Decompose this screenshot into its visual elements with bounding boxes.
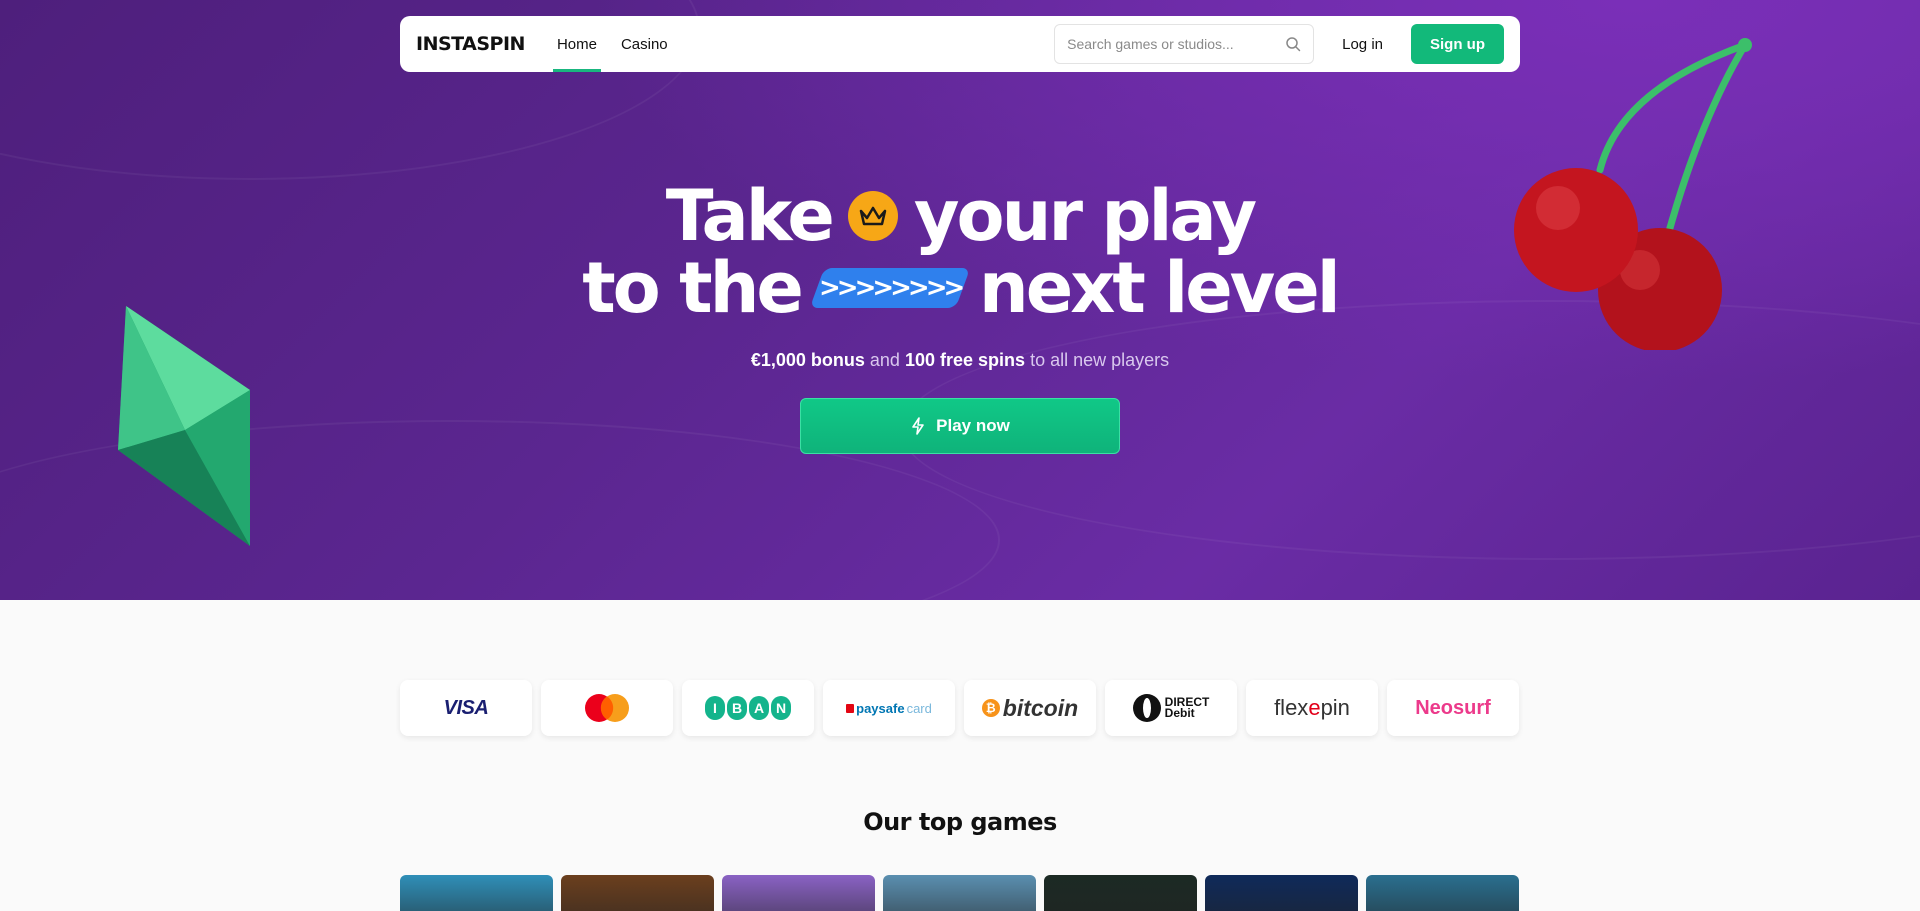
lightning-icon	[912, 417, 924, 435]
payment-bitcoin: ₿ bitcoin	[964, 680, 1096, 736]
payment-paysafecard: paysafe card	[823, 680, 955, 736]
game-tile[interactable]	[883, 875, 1036, 911]
play-now-button[interactable]: Play now	[800, 398, 1120, 454]
login-button[interactable]: Log in	[1330, 26, 1395, 63]
flexepin-logo: flexepin	[1274, 695, 1350, 720]
hero-subtitle: €1,000 bonus and 100 free spins to all n…	[0, 350, 1920, 371]
headline-line-2: to the >>>>>>>> next level	[0, 252, 1920, 324]
headline-text: to the	[582, 247, 804, 329]
game-tile[interactable]	[561, 875, 714, 911]
payment-methods: VISA IBAN paysafe card ₿ bitcoin DIRECT Deb…	[400, 680, 1520, 736]
bonus-amount: €1,000 bonus	[750, 350, 865, 370]
headline-text: next level	[978, 247, 1341, 329]
top-games-row	[400, 875, 1520, 911]
fast-forward-arrows-icon: >>>>>>>>	[809, 268, 971, 308]
instaspin-logo[interactable]: INSTASPIN	[416, 33, 525, 55]
top-navbar: INSTASPIN Home Casino Log in Sign up	[400, 16, 1520, 72]
subtitle-text: to all new players	[1030, 350, 1170, 370]
search-box[interactable]	[1054, 24, 1315, 64]
payment-mastercard	[541, 680, 673, 736]
payment-flexepin: flexepin	[1246, 680, 1378, 736]
subtitle-text: and	[869, 350, 900, 370]
free-spins: 100 free spins	[904, 350, 1026, 370]
hero-banner: INSTASPIN Home Casino Log in Sign up Tak…	[0, 0, 1920, 600]
mastercard-logo	[585, 694, 629, 722]
lock-icon	[846, 703, 855, 713]
signup-button[interactable]: Sign up	[1411, 24, 1504, 64]
neosurf-logo: Neosurf	[1415, 696, 1491, 719]
headline-line-1: Take your play	[0, 180, 1920, 252]
game-tile[interactable]	[1044, 875, 1197, 911]
hero-headline: Take your play to the >>>>>>>> next leve…	[0, 180, 1920, 324]
payment-iban: IBAN	[682, 680, 814, 736]
bitcoin-coin-icon: ₿	[981, 699, 1000, 717]
direct-debit-icon	[1132, 694, 1161, 722]
top-games-title: Our top games	[863, 808, 1057, 836]
nav-link-home[interactable]: Home	[552, 16, 601, 72]
search-input[interactable]	[1067, 36, 1286, 52]
search-icon[interactable]	[1285, 36, 1301, 52]
bitcoin-logo: ₿ bitcoin	[981, 695, 1078, 722]
payment-visa: VISA	[400, 680, 532, 736]
play-now-label: Play now	[936, 416, 1010, 435]
emerald-gem-icon	[118, 306, 250, 546]
game-tile[interactable]	[722, 875, 875, 911]
game-tile[interactable]	[1205, 875, 1358, 911]
crown-icon	[847, 191, 898, 241]
headline-text: your play	[913, 175, 1257, 257]
payment-neosurf: Neosurf	[1387, 680, 1519, 736]
direct-debit-logo: DIRECT Debit	[1132, 694, 1209, 722]
headline-text: Take	[665, 175, 835, 257]
game-tile[interactable]	[1366, 875, 1519, 911]
visa-logo: VISA	[443, 696, 489, 719]
paysafecard-logo: paysafe card	[846, 701, 932, 716]
payment-direct-debit: DIRECT Debit	[1105, 680, 1237, 736]
game-tile[interactable]	[400, 875, 553, 911]
iban-logo: IBAN	[705, 696, 791, 720]
nav-link-casino[interactable]: Casino	[617, 16, 672, 72]
